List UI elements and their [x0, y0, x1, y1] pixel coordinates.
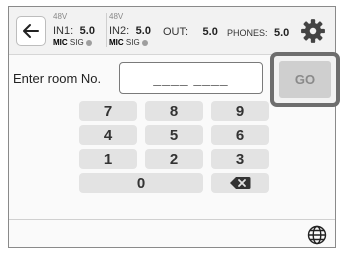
gear-icon[interactable] — [300, 18, 326, 44]
key-4[interactable]: 4 — [79, 125, 137, 145]
device-screen: 48V IN1: 5.0 MIC SIG 48V IN2: 5.0 MIC SI… — [8, 6, 340, 248]
key-7[interactable]: 7 — [79, 101, 137, 121]
in1-phantom: 48V — [53, 12, 68, 21]
in2-label: IN2: — [109, 25, 130, 37]
backspace-button[interactable] — [211, 173, 269, 193]
in2-sub: MIC SIG — [109, 39, 151, 47]
in1-status: 48V IN1: 5.0 MIC SIG — [53, 13, 95, 47]
in2-type: MIC — [109, 38, 124, 47]
key-3[interactable]: 3 — [211, 149, 269, 169]
phones-label: PHONES: — [227, 28, 268, 38]
in1-sub: MIC SIG — [53, 39, 95, 47]
key-6[interactable]: 6 — [211, 125, 269, 145]
backspace-icon — [230, 177, 251, 189]
room-number-input[interactable]: ____ ____ — [119, 62, 263, 94]
phones-value: 5.0 — [273, 27, 290, 39]
footer-divider — [9, 219, 335, 220]
in1-sig-label: SIG — [69, 38, 84, 47]
out-value: 5.0 — [202, 26, 218, 38]
in2-value: 5.0 — [135, 25, 151, 37]
key-1[interactable]: 1 — [79, 149, 137, 169]
key-8[interactable]: 8 — [145, 101, 203, 121]
key-5[interactable]: 5 — [145, 125, 203, 145]
header-divider — [106, 13, 107, 47]
out-status: OUT: 5.0 — [163, 23, 218, 39]
in1-signal-indicator — [85, 39, 92, 46]
arrow-left-icon — [23, 24, 39, 38]
header-bar: 48V IN1: 5.0 MIC SIG 48V IN2: 5.0 MIC SI… — [9, 7, 335, 55]
in2-signal-indicator — [141, 39, 148, 46]
globe-icon[interactable] — [307, 225, 327, 245]
in1-value: 5.0 — [79, 25, 95, 37]
in1-label: IN1: — [53, 25, 74, 37]
key-2[interactable]: 2 — [145, 149, 203, 169]
in2-sig-label: SIG — [125, 38, 140, 47]
key-0[interactable]: 0 — [79, 173, 203, 193]
room-number-label: Enter room No. — [13, 71, 102, 86]
key-9[interactable]: 9 — [211, 101, 269, 121]
back-button[interactable] — [16, 16, 46, 46]
in2-phantom: 48V — [109, 12, 124, 21]
go-button-highlight: GO — [270, 52, 340, 107]
out-label: OUT: — [163, 26, 189, 38]
in1-type: MIC — [53, 38, 68, 47]
go-button[interactable]: GO — [279, 61, 331, 98]
phones-status: PHONES: 5.0 — [227, 24, 289, 40]
in2-status: 48V IN2: 5.0 MIC SIG — [109, 13, 151, 47]
